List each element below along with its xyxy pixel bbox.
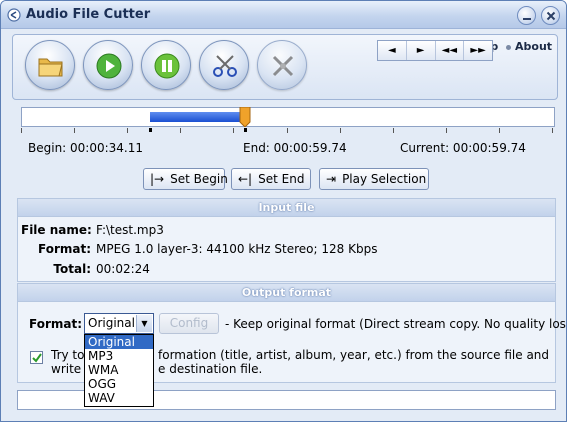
file-name-label: File name:	[21, 223, 92, 237]
open-button[interactable]	[25, 40, 75, 90]
config-button[interactable]: Config	[159, 313, 219, 334]
play-selection-button[interactable]: ⇥ Play Selection	[319, 168, 429, 190]
about-link[interactable]: About	[506, 40, 552, 53]
format-label: Format:	[37, 242, 91, 256]
seek-tick	[21, 128, 22, 133]
format-option-mp3[interactable]: MP3	[85, 349, 153, 363]
begin-time: Begin: 00:00:34.11	[28, 141, 144, 155]
current-time: Current: 00:00:59.74	[400, 141, 526, 155]
output-format-label: Format:	[29, 317, 83, 331]
set-end-button[interactable]: ←| Set End	[231, 168, 311, 190]
format-dropdown-list[interactable]: Original MP3 WMA OGG WAV	[84, 334, 154, 407]
fast-forward-button[interactable]: ►►	[464, 41, 492, 60]
cut-button[interactable]	[199, 40, 249, 90]
set-end-icon: ←|	[238, 172, 253, 186]
play-button[interactable]	[83, 40, 133, 90]
checkmark-icon	[32, 353, 42, 363]
chevron-down-icon[interactable]: ▼	[136, 315, 152, 332]
close-button[interactable]	[541, 6, 560, 25]
seek-tick	[74, 128, 75, 133]
scissors-disabled-icon	[272, 55, 294, 77]
pause-icon	[154, 53, 180, 79]
seek-tick	[340, 128, 341, 133]
title-bar[interactable]: Audio File Cutter	[1, 1, 566, 29]
cancel-cut-button[interactable]	[257, 40, 307, 90]
end-time: End: 00:00:59.74	[243, 141, 347, 155]
window-title: Audio File Cutter	[26, 7, 151, 22]
copy-info-text-1a: Try to	[51, 348, 85, 362]
seek-tick	[499, 128, 500, 133]
selection-marker	[149, 128, 152, 132]
seek-ticks	[21, 128, 555, 136]
seek-thumb[interactable]	[239, 107, 251, 127]
total-value: 00:02:24	[96, 262, 150, 276]
set-begin-button[interactable]: |→ Set Begin	[143, 168, 228, 190]
format-select[interactable]: Original ▼	[84, 313, 154, 334]
selection-range	[150, 112, 246, 122]
close-icon	[546, 11, 556, 21]
format-value: MPEG 1.0 layer-3: 44100 kHz Stereo; 128 …	[96, 242, 378, 256]
seek-tick	[233, 128, 234, 133]
scissors-icon	[213, 55, 237, 77]
seek-bar[interactable]	[21, 107, 555, 127]
seek-tick	[446, 128, 447, 133]
minimize-icon	[523, 18, 531, 20]
file-name-value: F:\test.mp3	[96, 223, 164, 237]
copy-info-text-1b: formation (title, artist, album, year, e…	[158, 348, 550, 362]
rewind-button[interactable]: ◄◄	[435, 41, 465, 60]
set-begin-icon: |→	[150, 172, 165, 186]
pause-button[interactable]	[141, 40, 191, 90]
navigation-group: ◄ ► ◄◄ ►►	[377, 40, 493, 61]
next-button[interactable]: ►	[406, 41, 436, 60]
play-selection-icon: ⇥	[326, 172, 337, 186]
total-label: Total:	[53, 262, 91, 276]
format-option-original[interactable]: Original	[85, 335, 153, 349]
minimize-button[interactable]	[517, 6, 536, 25]
seek-tick	[287, 128, 288, 133]
format-option-wav[interactable]: WAV	[85, 391, 153, 405]
seek-tick	[552, 128, 553, 133]
format-select-value: Original	[88, 316, 135, 330]
format-option-ogg[interactable]: OGG	[85, 377, 153, 391]
seek-tick	[393, 128, 394, 133]
output-format-header: Output format	[18, 284, 555, 302]
selection-marker	[244, 128, 247, 132]
input-file-header: Input file	[18, 199, 555, 217]
play-icon	[96, 53, 122, 79]
folder-icon	[38, 58, 63, 77]
copy-info-text-2b: e destination file.	[158, 362, 263, 376]
app-window: Audio File Cutter About ◄ ► ◄◄ ►► Begin:…	[0, 0, 567, 422]
copy-info-checkbox[interactable]	[30, 351, 43, 364]
app-icon	[7, 8, 21, 22]
bullet-icon	[506, 44, 511, 50]
prev-button[interactable]: ◄	[378, 41, 407, 60]
seek-tick	[180, 128, 181, 133]
format-option-wma[interactable]: WMA	[85, 363, 153, 377]
seek-tick	[127, 128, 128, 133]
format-description: - Keep original format (Direct stream co…	[225, 317, 567, 331]
